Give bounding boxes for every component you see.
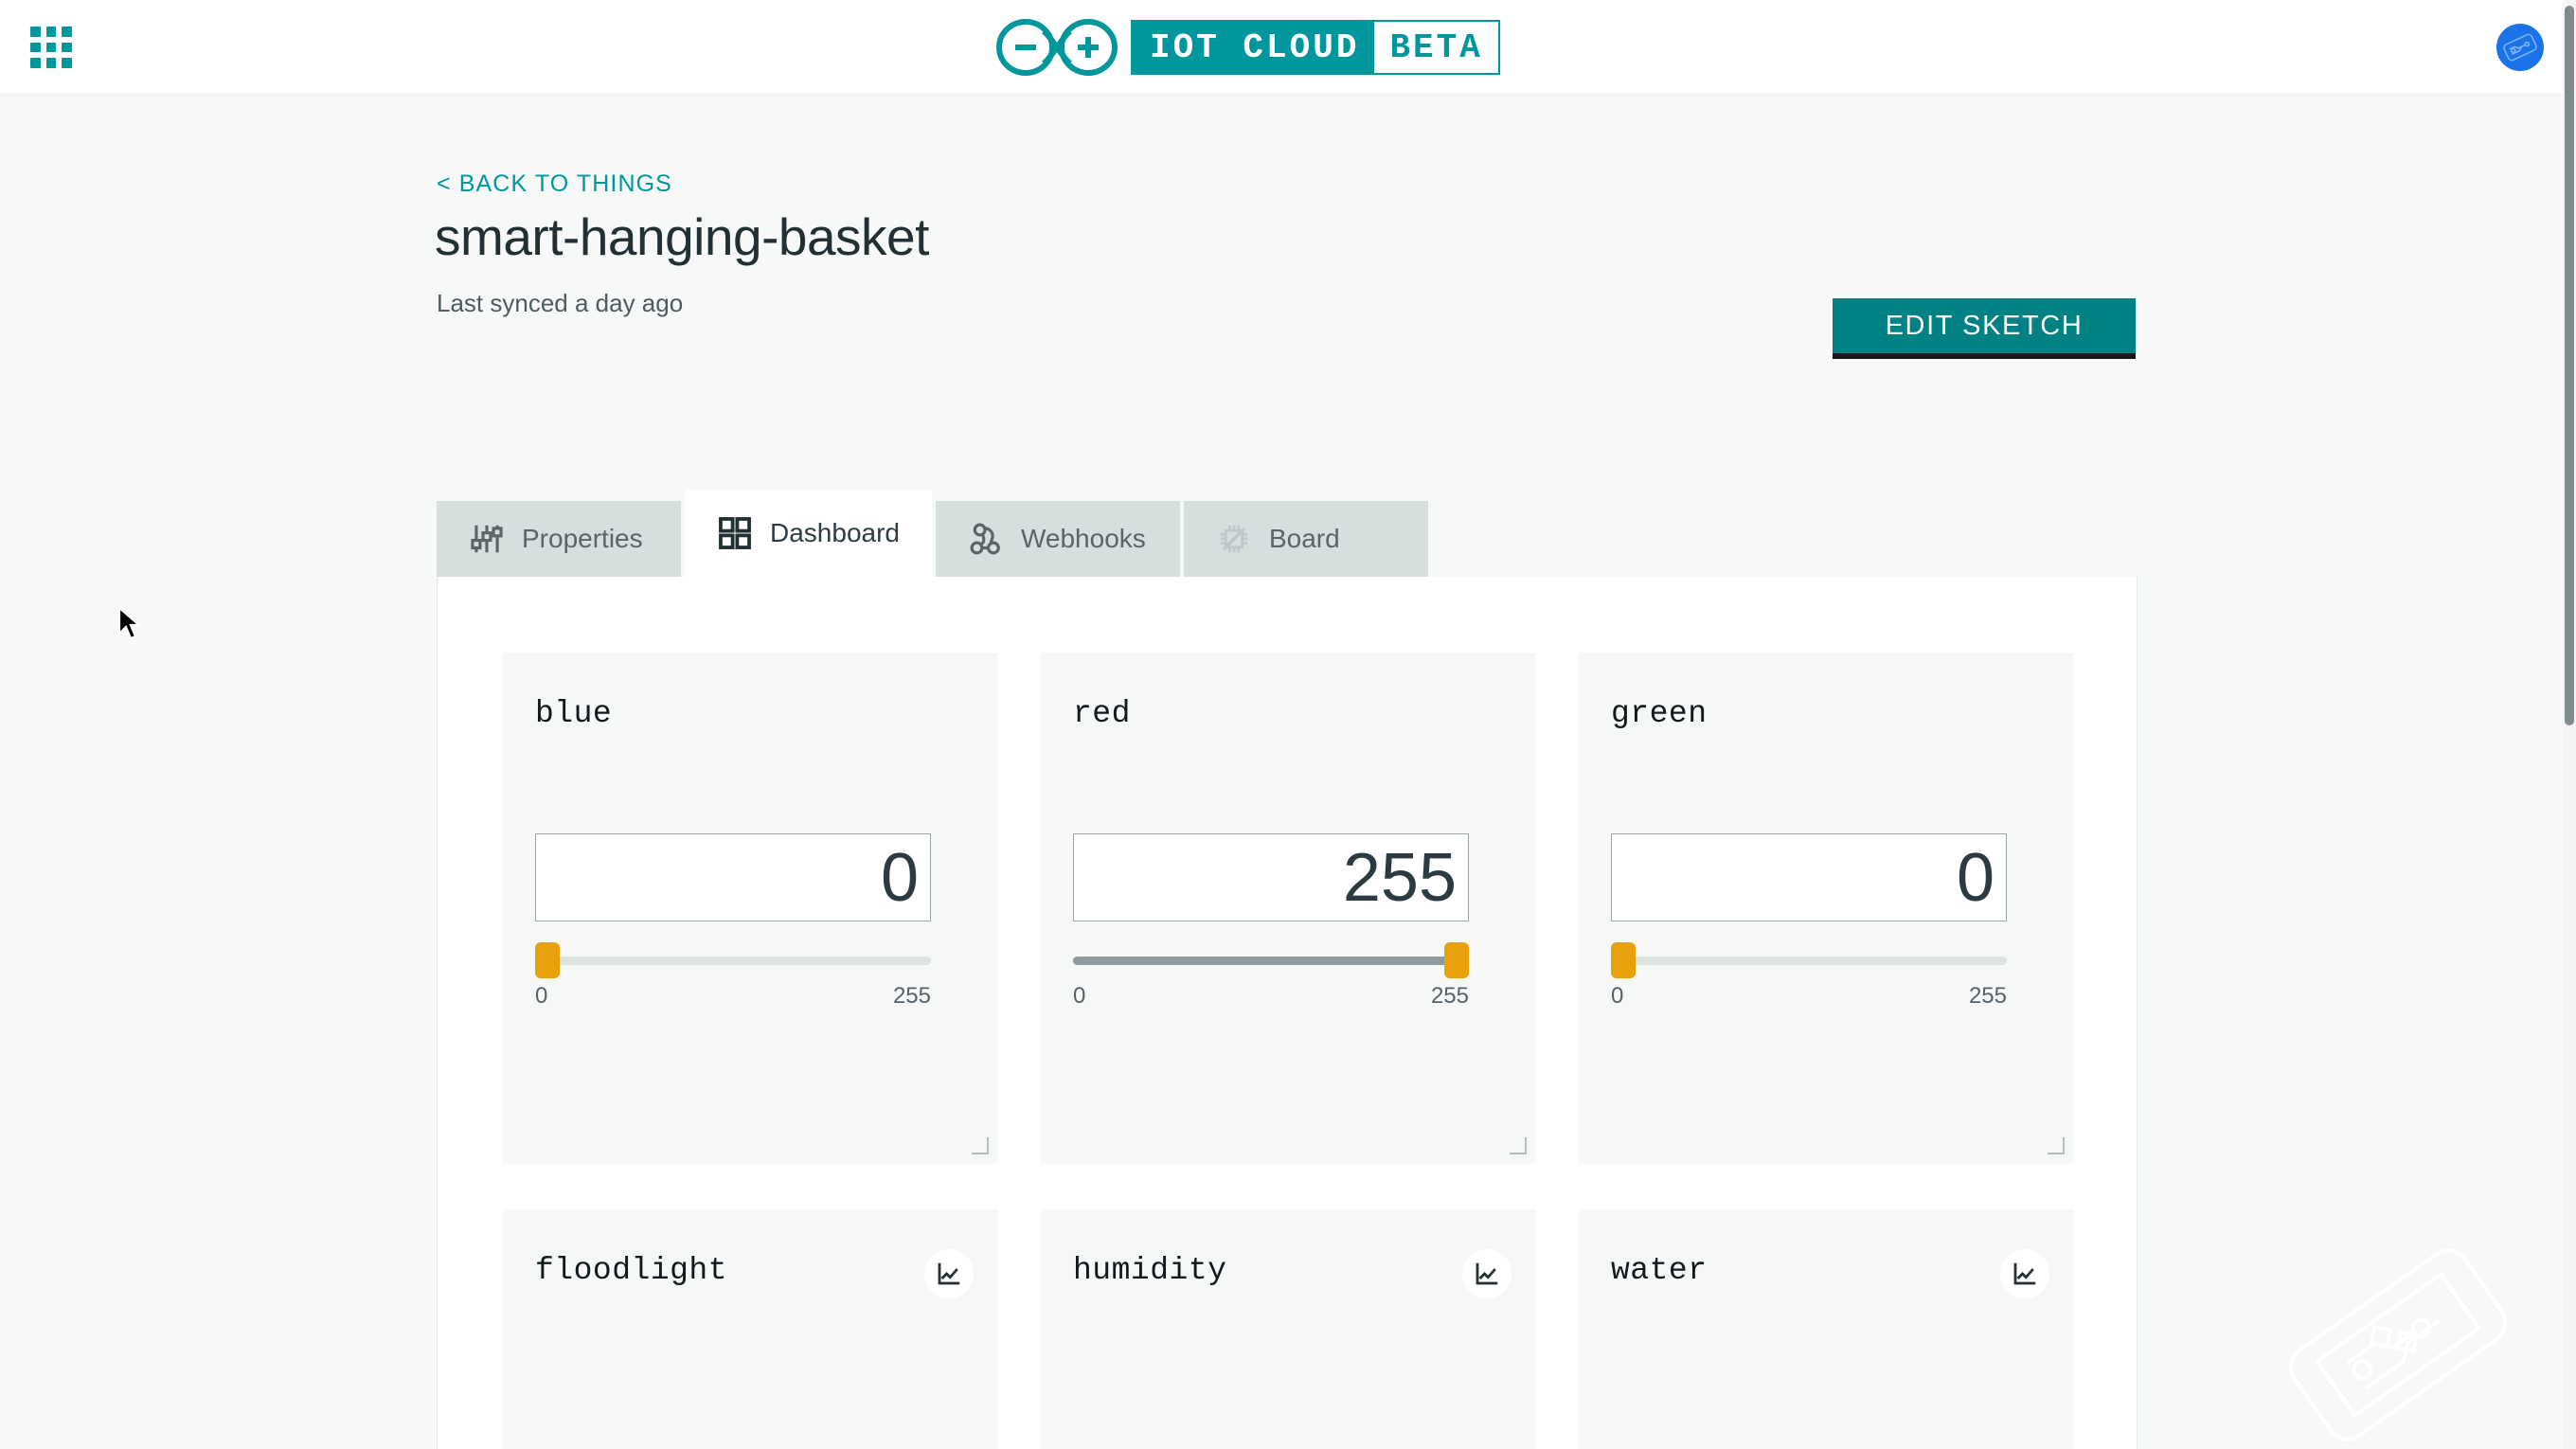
tab-webhooks[interactable]: Webhooks — [936, 501, 1180, 577]
widget-card-water[interactable]: water ON — [1579, 1209, 2074, 1449]
widget-grid: blue 0 0 255 red 255 — [503, 653, 2081, 1449]
value-text: 255 — [1343, 844, 1457, 912]
widget-title: green — [1611, 696, 2042, 731]
slider-max-label: 255 — [1969, 983, 2007, 1010]
slider-max-label: 255 — [893, 983, 931, 1010]
resize-handle[interactable] — [1510, 1137, 1527, 1154]
grid-squares-icon — [717, 515, 753, 551]
sliders-icon — [469, 521, 505, 557]
tab-label: Board — [1269, 524, 1340, 554]
slider-track — [1611, 957, 2007, 965]
tab-label: Dashboard — [770, 518, 900, 548]
widget-card-blue[interactable]: blue 0 0 255 — [503, 653, 998, 1164]
page-title: smart-hanging-basket — [435, 206, 929, 267]
slider-knob[interactable] — [1611, 942, 1636, 978]
slider-blue[interactable] — [535, 946, 931, 975]
webhook-icon — [968, 521, 1004, 557]
avatar[interactable] — [2496, 24, 2544, 71]
vertical-scrollbar-thumb[interactable] — [2565, 6, 2574, 725]
chart-history-button[interactable] — [2000, 1249, 2049, 1298]
tab-properties[interactable]: Properties — [437, 501, 681, 577]
slider-min-label: 0 — [1611, 983, 1623, 1010]
widget-card-red[interactable]: red 255 0 255 — [1041, 653, 1536, 1164]
logo-beta-badge: BETA — [1374, 22, 1497, 73]
line-chart-icon — [2011, 1260, 2039, 1288]
value-input-green[interactable]: 0 — [1611, 833, 2007, 921]
tab-label: Webhooks — [1021, 524, 1146, 554]
slider-range-labels: 0 255 — [1073, 983, 1469, 1010]
microchip-icon — [1216, 521, 1252, 557]
tab-board[interactable]: Board — [1184, 501, 1428, 577]
resize-handle[interactable] — [972, 1137, 989, 1154]
arduino-infinity-icon — [994, 18, 1119, 77]
widget-title: blue — [535, 696, 966, 731]
page-body: < BACK TO THINGS smart-hanging-basket La… — [0, 95, 2568, 1449]
top-app-bar: IOT CLOUD BETA — [0, 0, 2576, 95]
logo-text-box: IOT CLOUD BETA — [1131, 20, 1500, 75]
widget-title: water — [1611, 1253, 2042, 1288]
grid-dot — [62, 58, 72, 68]
chart-history-button[interactable] — [1462, 1249, 1512, 1298]
slider-knob[interactable] — [535, 942, 560, 978]
grid-dot — [46, 43, 57, 53]
slider-max-label: 255 — [1431, 983, 1469, 1010]
line-chart-icon — [1473, 1260, 1501, 1288]
grid-dot — [62, 27, 72, 37]
grid-dot — [46, 58, 57, 68]
widget-card-floodlight[interactable]: floodlight ON — [503, 1209, 998, 1449]
value-text: 0 — [881, 844, 919, 912]
grid-dot — [30, 43, 41, 53]
slider-track — [535, 957, 931, 965]
widget-card-green[interactable]: green 0 0 255 — [1579, 653, 2074, 1164]
widget-title: floodlight — [535, 1253, 966, 1288]
slider-fill — [1073, 957, 1469, 965]
grid-dot — [46, 27, 57, 37]
value-input-blue[interactable]: 0 — [535, 833, 931, 921]
line-chart-icon — [935, 1260, 963, 1288]
logo-iot-cloud-text: IOT CLOUD — [1133, 22, 1374, 73]
slider-knob[interactable] — [1444, 942, 1469, 978]
slider-min-label: 0 — [535, 983, 547, 1010]
tab-bar: Properties Dashboard — [437, 490, 1428, 577]
grid-dot — [30, 58, 41, 68]
resize-handle[interactable] — [2048, 1137, 2065, 1154]
value-text: 0 — [1957, 844, 1995, 912]
last-synced-text: Last synced a day ago — [437, 289, 683, 318]
iot-cloud-logo[interactable]: IOT CLOUD BETA — [994, 13, 1500, 81]
tab-dashboard[interactable]: Dashboard — [685, 490, 932, 577]
slider-green[interactable] — [1611, 946, 2007, 975]
back-to-things-link[interactable]: < BACK TO THINGS — [437, 170, 672, 198]
circuit-board-watermark-icon — [2256, 1203, 2540, 1449]
widget-card-humidity[interactable]: humidity 48.865 — [1041, 1209, 1536, 1449]
apps-grid-icon[interactable] — [30, 27, 72, 68]
dashboard-panel: blue 0 0 255 red 255 — [437, 577, 2138, 1449]
avatar-pattern-icon — [2496, 24, 2544, 71]
chart-history-button[interactable] — [924, 1249, 974, 1298]
widget-title: red — [1073, 696, 1504, 731]
edit-sketch-button[interactable]: EDIT SKETCH — [1833, 298, 2136, 359]
value-input-red[interactable]: 255 — [1073, 833, 1469, 921]
slider-min-label: 0 — [1073, 983, 1085, 1010]
grid-dot — [30, 27, 41, 37]
slider-range-labels: 0 255 — [1611, 983, 2007, 1010]
tab-label: Properties — [522, 524, 643, 554]
slider-red[interactable] — [1073, 946, 1469, 975]
slider-range-labels: 0 255 — [535, 983, 931, 1010]
grid-dot — [62, 43, 72, 53]
widget-title: humidity — [1073, 1253, 1504, 1288]
